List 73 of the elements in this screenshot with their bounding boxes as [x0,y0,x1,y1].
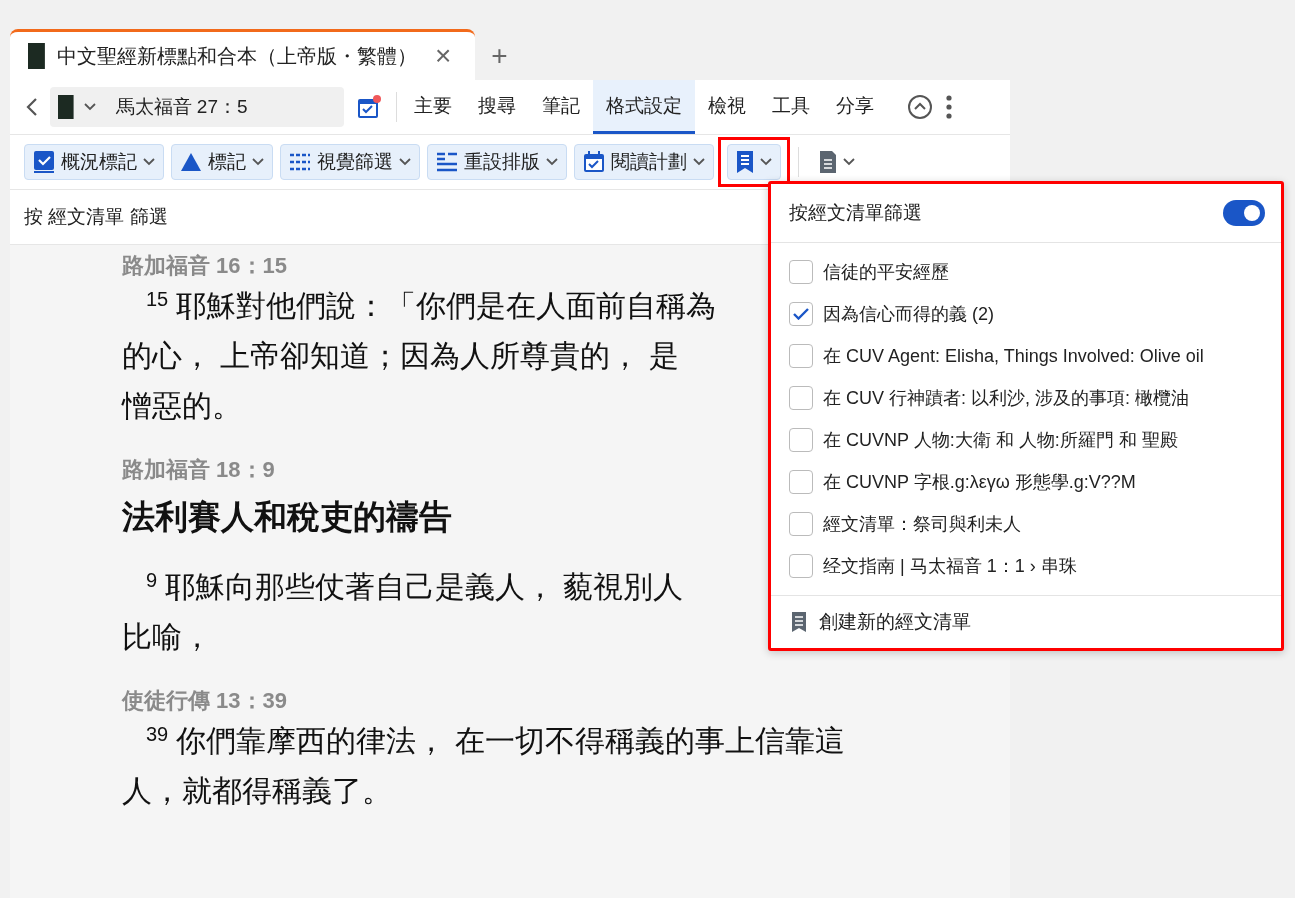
list-item-label[interactable]: 经文指南 | 马太福音 1：1 › 串珠 [823,554,1077,578]
verse-number: 9 [146,569,158,591]
toolbar-button[interactable]: 視覺篩選 [280,144,420,180]
verse-number: 15 [146,288,169,310]
close-button[interactable]: × [428,42,458,70]
verse-text: 你們靠摩西的律法， 在一切不得稱義的事上信靠這 [176,724,845,757]
filter-label: 按 經文清單 篩選 [24,205,168,229]
chevron-down-icon [546,158,558,166]
verse-text: 耶穌對他們說：「你們是在人面前自稱為 [176,289,717,322]
tab-title: 中文聖經新標點和合本（上帝版・繁體） [56,43,417,69]
list-item-label[interactable]: 信徒的平安經歷 [823,260,949,284]
checkmark-icon [793,308,809,320]
checklist-icon [33,150,55,174]
new-tab-button[interactable]: + [485,42,514,70]
menu-tab[interactable]: 檢視 [695,80,759,134]
chevron-down-icon [83,103,96,111]
reference-text: 馬太福音 27：5 [115,95,248,119]
menu-tab[interactable]: 格式設定 [593,80,695,134]
toggle-switch[interactable] [1223,200,1265,226]
list-item-label[interactable]: 因為信心而得的義 (2) [823,302,994,326]
list-item-label[interactable]: 在 CUVNP 人物:大衛 和 人物:所羅門 和 聖殿 [823,428,1178,452]
bookmark-list-icon [736,150,754,174]
document-icon [819,150,837,174]
list-item-label[interactable]: 經文清單：祭司與利未人 [823,512,1021,536]
create-list-button[interactable]: 創建新的經文清單 [771,596,1281,648]
verse-text: 耶穌向那些仗著自己是義人， 藐視別人 [165,570,684,603]
toolbar-button[interactable]: 重設排版 [427,144,567,180]
list-item-label[interactable]: 在 CUV Agent: Elisha, Things Involved: Olive oil [823,344,1204,368]
list-item-label[interactable]: 在 CUVNP 字根.g:λεγω 形態學.g:V??M [823,470,1136,494]
menu-tab[interactable]: 主要 [401,80,465,134]
reference-field[interactable]: 馬太福音 27：5 [50,87,344,127]
book-icon [28,43,45,69]
text-lines-icon [436,152,458,172]
more-icon[interactable] [945,94,953,120]
chevron-down-icon [143,158,155,166]
toolbar-button[interactable]: 概況標記 [24,144,164,180]
menu-tab[interactable]: 筆記 [529,80,593,134]
chevron-down-icon [760,158,772,166]
checkbox[interactable] [789,470,813,494]
section-heading: 法利賽人和稅吏的禱告 [122,497,452,537]
toolbar-button[interactable]: 閱讀計劃 [574,144,714,180]
collapse-icon[interactable] [907,94,933,120]
chevron-down-icon [693,158,705,166]
checkbox[interactable] [789,344,813,368]
checkbox[interactable] [789,386,813,410]
book-icon [58,95,74,119]
chevron-down-icon [843,158,855,166]
calendar-icon [583,151,605,173]
verse-text: 的心， 上帝卻知道；因為人所尊貴的， 是 [122,339,679,372]
chevron-down-icon [399,158,411,166]
calendar-icon[interactable] [356,94,382,120]
menu-tab[interactable]: 工具 [759,80,823,134]
list-item-label[interactable]: 在 CUV 行神蹟者: 以利沙, 涉及的事項: 橄欖油 [823,386,1189,410]
triangle-icon [180,152,202,172]
verse-text: 憎惡的。 [122,389,242,422]
dashed-lines-icon [289,152,311,172]
checkbox[interactable] [789,260,813,284]
menu-tab[interactable]: 分享 [823,80,887,134]
verse-text: 比喻， [122,620,212,653]
back-icon[interactable] [26,97,38,117]
checkbox[interactable] [789,554,813,578]
menu-tab[interactable]: 搜尋 [465,80,529,134]
checkbox[interactable] [789,302,813,326]
checkbox[interactable] [789,428,813,452]
bookmark-list-icon [791,611,807,633]
toolbar-button[interactable] [727,144,781,180]
verse-number: 39 [146,723,169,745]
checkbox[interactable] [789,512,813,536]
verse-text: 人，就都得稱義了。 [122,774,392,807]
chevron-down-icon [252,158,264,166]
document-tab[interactable]: 中文聖經新標點和合本（上帝版・繁體） × [10,29,476,80]
filter-title: 按經文清單篩選 [789,201,922,225]
toolbar-button[interactable]: 標記 [171,144,273,180]
